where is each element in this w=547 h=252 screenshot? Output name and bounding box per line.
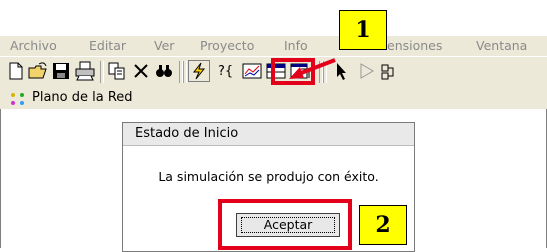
annotation-arrow xyxy=(289,58,336,79)
